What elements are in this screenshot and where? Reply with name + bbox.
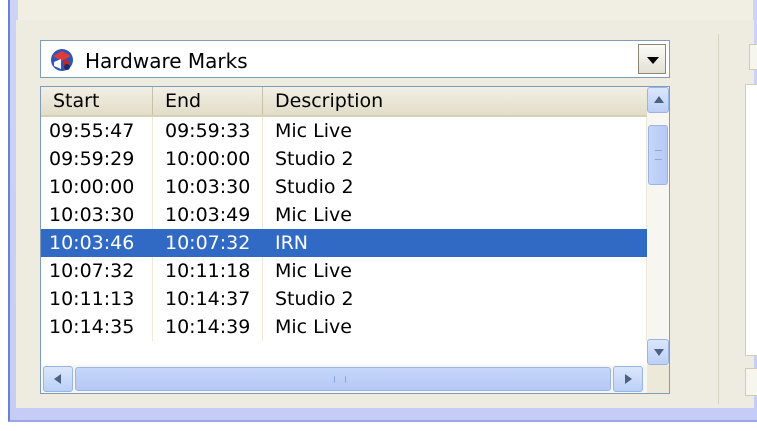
hardware-marks-list[interactable]: Start End Description 09:55:47 09:59:33 Mi… [40, 86, 670, 394]
column-header-start[interactable]: Start [41, 87, 153, 115]
scrollbar-corner [647, 365, 669, 393]
cell-description: Mic Live [263, 117, 647, 145]
arrow-left-icon [54, 374, 61, 384]
right-control-bottom[interactable] [745, 368, 757, 396]
table-row[interactable]: 10:03:30 10:03:49 Mic Live [41, 201, 647, 229]
cell-description: Mic Live [263, 313, 647, 341]
right-control-top[interactable] [749, 44, 757, 70]
column-header-end[interactable]: End [153, 87, 263, 115]
right-control-middle[interactable] [745, 84, 757, 356]
cell-description: Studio 2 [263, 145, 647, 173]
table-row[interactable]: 09:59:29 10:00:00 Studio 2 [41, 145, 647, 173]
table-row[interactable]: 10:00:00 10:03:30 Studio 2 [41, 173, 647, 201]
dropdown-selected-value: Hardware Marks [85, 49, 248, 73]
cell-end: 10:00:00 [153, 145, 263, 173]
cell-description: IRN [263, 229, 647, 257]
marks-type-dropdown[interactable]: Hardware Marks [40, 40, 670, 78]
cell-start: 10:03:46 [41, 229, 153, 257]
cell-end: 10:07:32 [153, 229, 263, 257]
cell-start: 10:00:00 [41, 173, 153, 201]
table-row[interactable]: 09:55:47 09:59:33 Mic Live [41, 117, 647, 145]
table-row[interactable]: 10:14:35 10:14:39 Mic Live [41, 313, 647, 341]
cell-start: 10:11:13 [41, 285, 153, 313]
cell-end: 10:14:37 [153, 285, 263, 313]
scroll-up-button[interactable] [647, 87, 669, 113]
table-row[interactable]: 10:03:46 10:07:32 IRN [41, 229, 647, 257]
cell-end: 10:03:30 [153, 173, 263, 201]
horizontal-scroll-thumb[interactable] [75, 367, 611, 391]
arrow-up-icon [654, 96, 664, 103]
cell-start: 09:59:29 [41, 145, 153, 173]
arrow-down-icon [654, 349, 664, 356]
frame-top-strip [18, 0, 753, 21]
table-row[interactable]: 10:07:32 10:11:18 Mic Live [41, 257, 647, 285]
scroll-right-button[interactable] [613, 366, 643, 392]
hardware-marks-icon [51, 49, 73, 71]
horizontal-scrollbar[interactable] [41, 365, 647, 393]
cell-start: 09:55:47 [41, 117, 153, 145]
list-header: Start End Description [41, 87, 647, 117]
cell-end: 10:11:18 [153, 257, 263, 285]
column-header-description[interactable]: Description [263, 87, 647, 115]
cell-start: 10:14:35 [41, 313, 153, 341]
cell-description: Mic Live [263, 201, 647, 229]
right-side-controls [718, 34, 757, 404]
cell-end: 10:14:39 [153, 313, 263, 341]
scroll-left-button[interactable] [43, 366, 73, 392]
vertical-scrollbar[interactable] [647, 87, 669, 365]
cell-description: Studio 2 [263, 285, 647, 313]
table-row[interactable]: 10:11:13 10:14:37 Studio 2 [41, 285, 647, 313]
scroll-down-button[interactable] [647, 339, 669, 365]
cell-end: 10:03:49 [153, 201, 263, 229]
cell-description: Mic Live [263, 257, 647, 285]
cell-start: 10:03:30 [41, 201, 153, 229]
dropdown-arrow-button[interactable] [638, 44, 666, 74]
cell-description: Studio 2 [263, 173, 647, 201]
arrow-right-icon [625, 374, 632, 384]
cell-start: 10:07:32 [41, 257, 153, 285]
cell-end: 09:59:33 [153, 117, 263, 145]
list-rows: 09:55:47 09:59:33 Mic Live 09:59:29 10:00:00… [41, 117, 647, 341]
vertical-scroll-thumb[interactable] [648, 125, 668, 185]
